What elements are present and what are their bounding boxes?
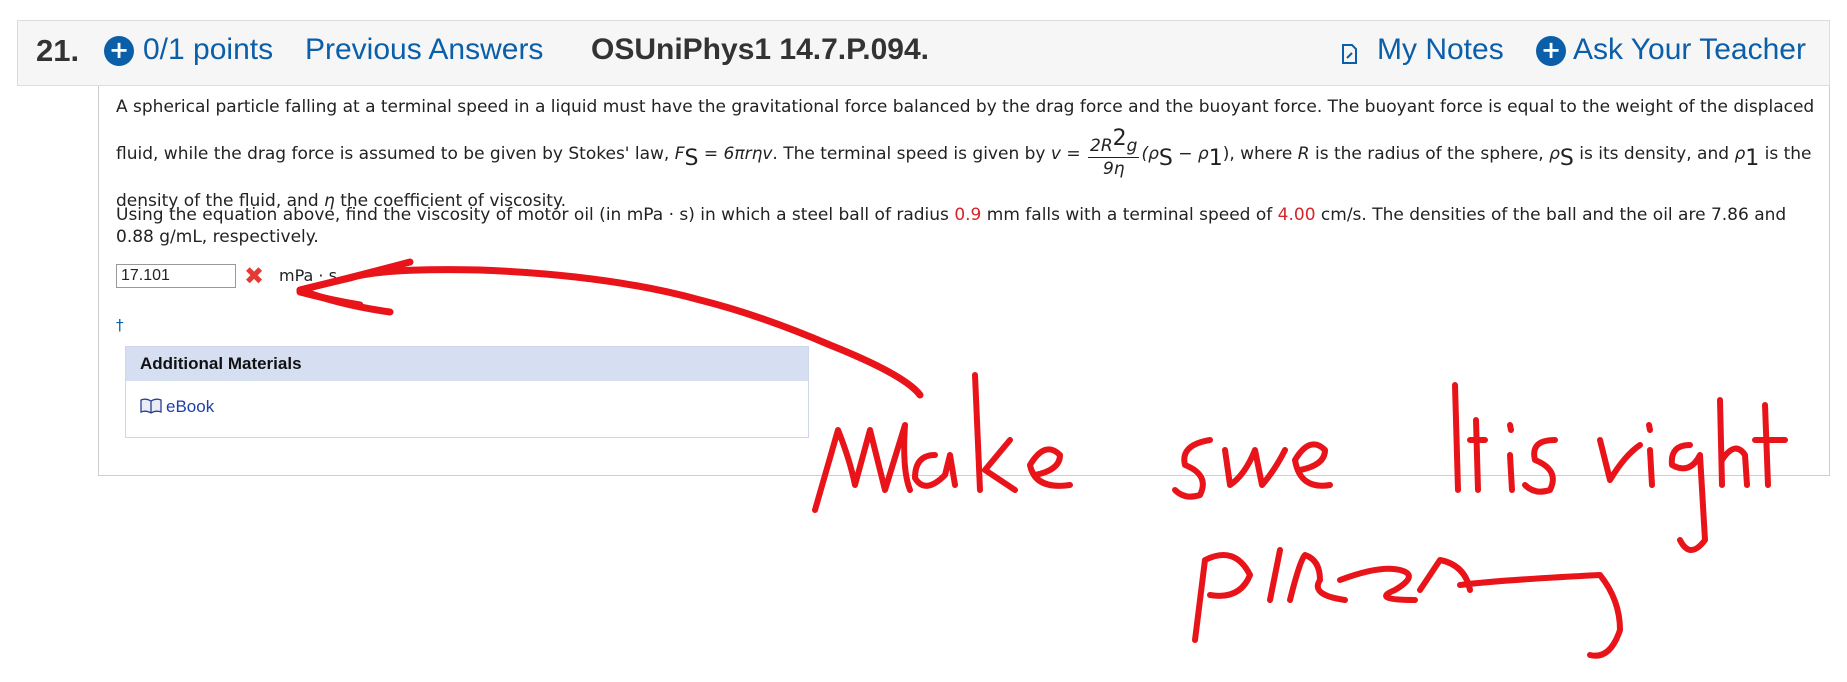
rho-1: − ρ <box>1172 144 1209 164</box>
dagger-footnote[interactable]: † <box>116 316 124 334</box>
ask-teacher-link[interactable]: Ask Your Teacher <box>1573 33 1806 67</box>
rho-s: (ρ <box>1141 144 1159 164</box>
question-header: 21. + 0/1 points Previous Answers OSUniP… <box>17 20 1830 86</box>
var-rho-1-sub: 1 <box>1745 146 1760 171</box>
problem-text: . The terminal speed is given by <box>772 144 1051 164</box>
frac-sup: 2 <box>1112 126 1127 151</box>
var-rho-s-sub: S <box>1559 146 1574 171</box>
my-notes-link[interactable]: My Notes <box>1377 33 1504 67</box>
frac-den: 9η <box>1102 159 1125 179</box>
frac-g: g <box>1126 136 1138 156</box>
note-icon[interactable] <box>1340 43 1360 65</box>
problem-text: is the radius of the sphere, <box>1309 144 1550 164</box>
frac-num: 2R <box>1090 136 1113 156</box>
var-rho-s: ρ <box>1549 144 1560 164</box>
question-content: A spherical particle falling at a termin… <box>98 86 1830 476</box>
ask-teacher-plus-icon[interactable]: + <box>1536 36 1566 66</box>
problem-text: , where <box>1229 144 1298 164</box>
rho-s-sub: S <box>1158 146 1173 171</box>
points-link[interactable]: 0/1 points <box>143 33 273 67</box>
rho-1-sub: 1 <box>1208 146 1223 171</box>
ebook-link[interactable]: eBook <box>140 397 214 417</box>
problem-text: is its density, and <box>1573 144 1735 164</box>
assignment-code: OSUniPhys1 14.7.P.094. <box>591 33 929 66</box>
ebook-label: eBook <box>166 397 215 416</box>
v-eq: v = <box>1050 144 1087 164</box>
handwriting-please <box>1192 547 1623 659</box>
var-rho-1: ρ <box>1734 144 1746 164</box>
answer-unit: mPa · s <box>279 266 337 285</box>
problem-text: Using the equation above, find the visco… <box>116 205 955 225</box>
radius-value: 0.9 <box>954 205 982 225</box>
speed-value: 4.00 <box>1277 205 1316 225</box>
problem-text: mm falls with a terminal speed of <box>981 205 1278 225</box>
var-f: F <box>674 144 685 164</box>
question-number: 21. <box>36 33 80 68</box>
problem-paragraph-1: A spherical particle falling at a termin… <box>116 86 1816 222</box>
additional-materials-panel: Additional Materials eBook <box>125 346 809 438</box>
book-icon <box>140 398 162 414</box>
speed-fraction: 2R2g 9η <box>1088 126 1140 180</box>
additional-materials-title: Additional Materials <box>126 347 808 381</box>
var-r: R <box>1297 144 1310 164</box>
answer-input[interactable] <box>116 264 236 288</box>
stokes-rhs: = 6πrηv <box>698 144 773 164</box>
incorrect-x-icon: ✖ <box>244 262 265 290</box>
var-f-sub: S <box>684 146 699 171</box>
problem-paragraph-2: Using the equation above, find the visco… <box>116 204 1816 248</box>
previous-answers-link[interactable]: Previous Answers <box>305 33 543 67</box>
plus-icon[interactable]: + <box>104 36 134 66</box>
